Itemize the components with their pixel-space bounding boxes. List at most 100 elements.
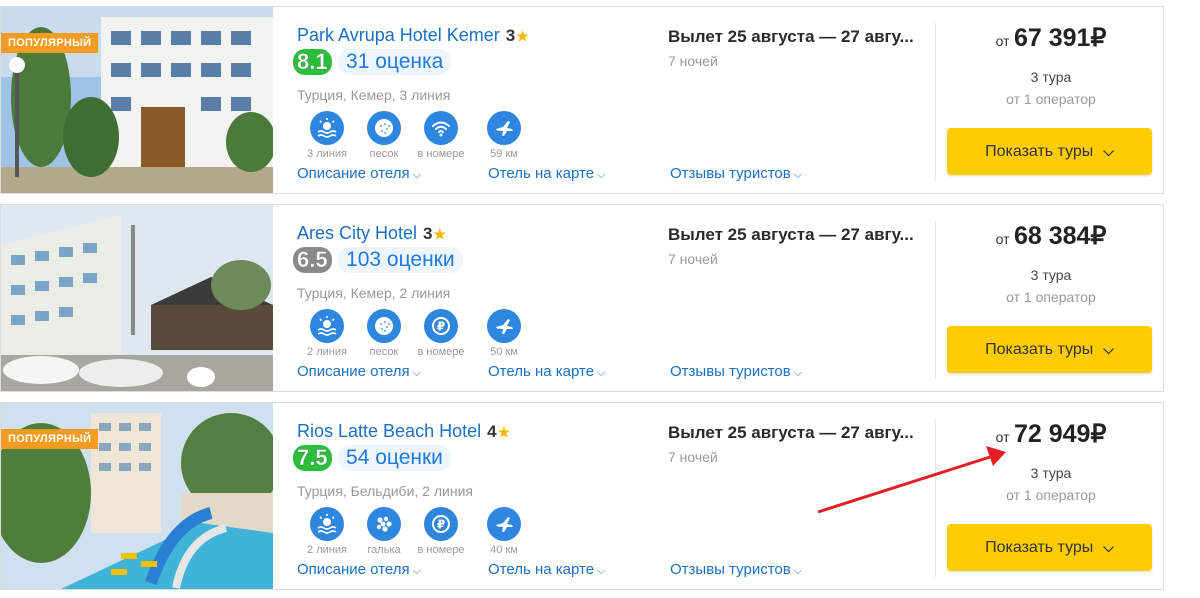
link-text[interactable]: Отель на карте (488, 561, 594, 578)
stars-count: 4 (487, 422, 497, 441)
stars-count: 3 (423, 224, 433, 243)
amenity-beach-line: 2 линия (299, 309, 355, 358)
amenity-beach-type: песок (356, 111, 412, 160)
reviews-count[interactable]: 103 оценки (338, 247, 463, 273)
link-text[interactable]: Описание отеля (297, 363, 410, 380)
price: от 68 384₽ (937, 221, 1165, 251)
hotel-photo[interactable]: ПОПУЛЯРНЫЙ (1, 7, 273, 193)
show-tours-button[interactable]: Показать туры ⌵ (947, 128, 1152, 175)
divider (935, 221, 936, 379)
tourist-reviews-link[interactable]: Отзывы туристов ⌵ (670, 165, 802, 182)
amenity-label: 3 линия (307, 148, 347, 160)
hotel-map-link[interactable]: Отель на карте ⌵ (488, 165, 605, 182)
hotel-location: Турция, Кемер, 2 линия (297, 285, 451, 301)
show-tours-button[interactable]: Показать туры ⌵ (947, 326, 1152, 373)
reviews-count[interactable]: 31 оценка (338, 49, 452, 75)
hotel-description-link[interactable]: Описание отеля ⌵ (297, 363, 421, 380)
amenity-label: галька (367, 544, 401, 556)
hotel-name[interactable]: Park Avrupa Hotel Kemer 3★ (297, 25, 529, 46)
price: от 72 949₽ (937, 419, 1165, 449)
chevron-down-icon: ⌵ (1103, 341, 1114, 357)
rating-score: 7.5 (293, 445, 332, 471)
hotel-stars: 3★ (506, 26, 529, 45)
amenity-label: в номере (417, 148, 465, 160)
tourist-reviews-link[interactable]: Отзывы туристов ⌵ (670, 561, 802, 578)
amenity-internet: в номере (413, 111, 469, 160)
hotel-stars: 4★ (487, 422, 510, 441)
flight-dates: Вылет 25 августа — 27 авгу... (668, 423, 914, 442)
amenity-airport: 50 км (476, 309, 532, 358)
hotel-name-text[interactable]: Ares City Hotel (297, 223, 417, 243)
sand-icon (367, 111, 401, 145)
star-icon: ★ (433, 226, 447, 242)
airport-distance-icon (487, 309, 521, 343)
hotel-description-link[interactable]: Описание отеля ⌵ (297, 165, 421, 182)
tours-count: 3 тура (1030, 267, 1072, 283)
amenity-label: в номере (417, 346, 465, 358)
hotel-location: Турция, Кемер, 3 линия (297, 87, 451, 103)
hotel-location: Турция, Бельдиби, 2 линия (297, 483, 473, 499)
flight-dates: Вылет 25 августа — 27 авгу... (668, 225, 914, 244)
operators-count: от 1 оператор (1006, 289, 1096, 305)
amenity-label: в номере (417, 544, 465, 556)
beach-line-icon (310, 111, 344, 145)
button-label[interactable]: Показать туры (985, 341, 1093, 359)
airport-distance-icon (487, 507, 521, 541)
hotel-photo[interactable] (1, 205, 273, 391)
paid-icon: ₽ (424, 309, 458, 343)
hotel-name[interactable]: Ares City Hotel 3★ (297, 223, 446, 244)
amenity-label: 2 линия (307, 544, 347, 556)
price-from: от (995, 429, 1010, 445)
amenity-label: 2 линия (307, 346, 347, 358)
hotel-description-link[interactable]: Описание отеля ⌵ (297, 561, 421, 578)
button-label[interactable]: Показать туры (985, 143, 1093, 161)
button-label[interactable]: Показать туры (985, 539, 1093, 557)
reviews-count[interactable]: 54 оценки (338, 445, 451, 471)
link-text[interactable]: Отзывы туристов (670, 165, 791, 182)
beach-line-icon (310, 309, 344, 343)
divider (935, 23, 936, 181)
beach-line-icon (310, 507, 344, 541)
price: от 67 391₽ (937, 23, 1165, 53)
amenity-beach-line: 3 линия (299, 111, 355, 160)
amenity-beach-line: 2 линия (299, 507, 355, 556)
hotel-card: ПОПУЛЯРНЫЙ Park Avrupa Hotel Kemer 3★ 8.1… (0, 6, 1164, 194)
link-text[interactable]: Отель на карте (488, 363, 594, 380)
price-from: от (995, 231, 1010, 247)
nights-count: 7 ночей (668, 251, 718, 267)
chevron-down-icon: ⌵ (597, 169, 606, 181)
star-icon: ★ (497, 424, 511, 440)
price-from: от (995, 33, 1010, 49)
link-text[interactable]: Отзывы туристов (670, 363, 791, 380)
nights-count: 7 ночей (668, 449, 718, 465)
tours-count: 3 тура (1030, 465, 1072, 481)
hotel-map-link[interactable]: Отель на карте ⌵ (488, 561, 605, 578)
rating-row: 7.5 54 оценки (293, 445, 451, 473)
airport-distance-icon (487, 111, 521, 145)
operators-count: от 1 оператор (1006, 487, 1096, 503)
sand-icon (367, 309, 401, 343)
hotel-map-link[interactable]: Отель на карте ⌵ (488, 363, 605, 380)
chevron-down-icon: ⌵ (793, 565, 803, 577)
hotel-card: ПОПУЛЯРНЫЙ Rios Latte Beach Hotel 4★ 7.5 … (0, 402, 1164, 590)
tourist-reviews-link[interactable]: Отзывы туристов ⌵ (670, 363, 802, 380)
show-tours-button[interactable]: Показать туры ⌵ (947, 524, 1152, 571)
link-text[interactable]: Отель на карте (488, 165, 594, 182)
svg-text:₽: ₽ (437, 320, 445, 334)
link-text[interactable]: Отзывы туристов (670, 561, 791, 578)
hotel-name-text[interactable]: Park Avrupa Hotel Kemer (297, 25, 500, 45)
nights-count: 7 ночей (668, 53, 718, 69)
wifi-icon (424, 111, 458, 145)
pebble-icon (367, 507, 401, 541)
link-text[interactable]: Описание отеля (297, 165, 410, 182)
price-amount: 68 384₽ (1013, 222, 1107, 250)
chevron-down-icon: ⌵ (412, 367, 421, 379)
paid-icon: ₽ (424, 507, 458, 541)
hotel-name-text[interactable]: Rios Latte Beach Hotel (297, 421, 481, 441)
link-text[interactable]: Описание отеля (297, 561, 410, 578)
rating-score: 6.5 (293, 247, 332, 273)
rating-score: 8.1 (293, 49, 332, 75)
hotel-photo[interactable]: ПОПУЛЯРНЫЙ (1, 403, 273, 589)
hotel-name[interactable]: Rios Latte Beach Hotel 4★ (297, 421, 510, 442)
amenity-internet: ₽ в номере (413, 507, 469, 556)
